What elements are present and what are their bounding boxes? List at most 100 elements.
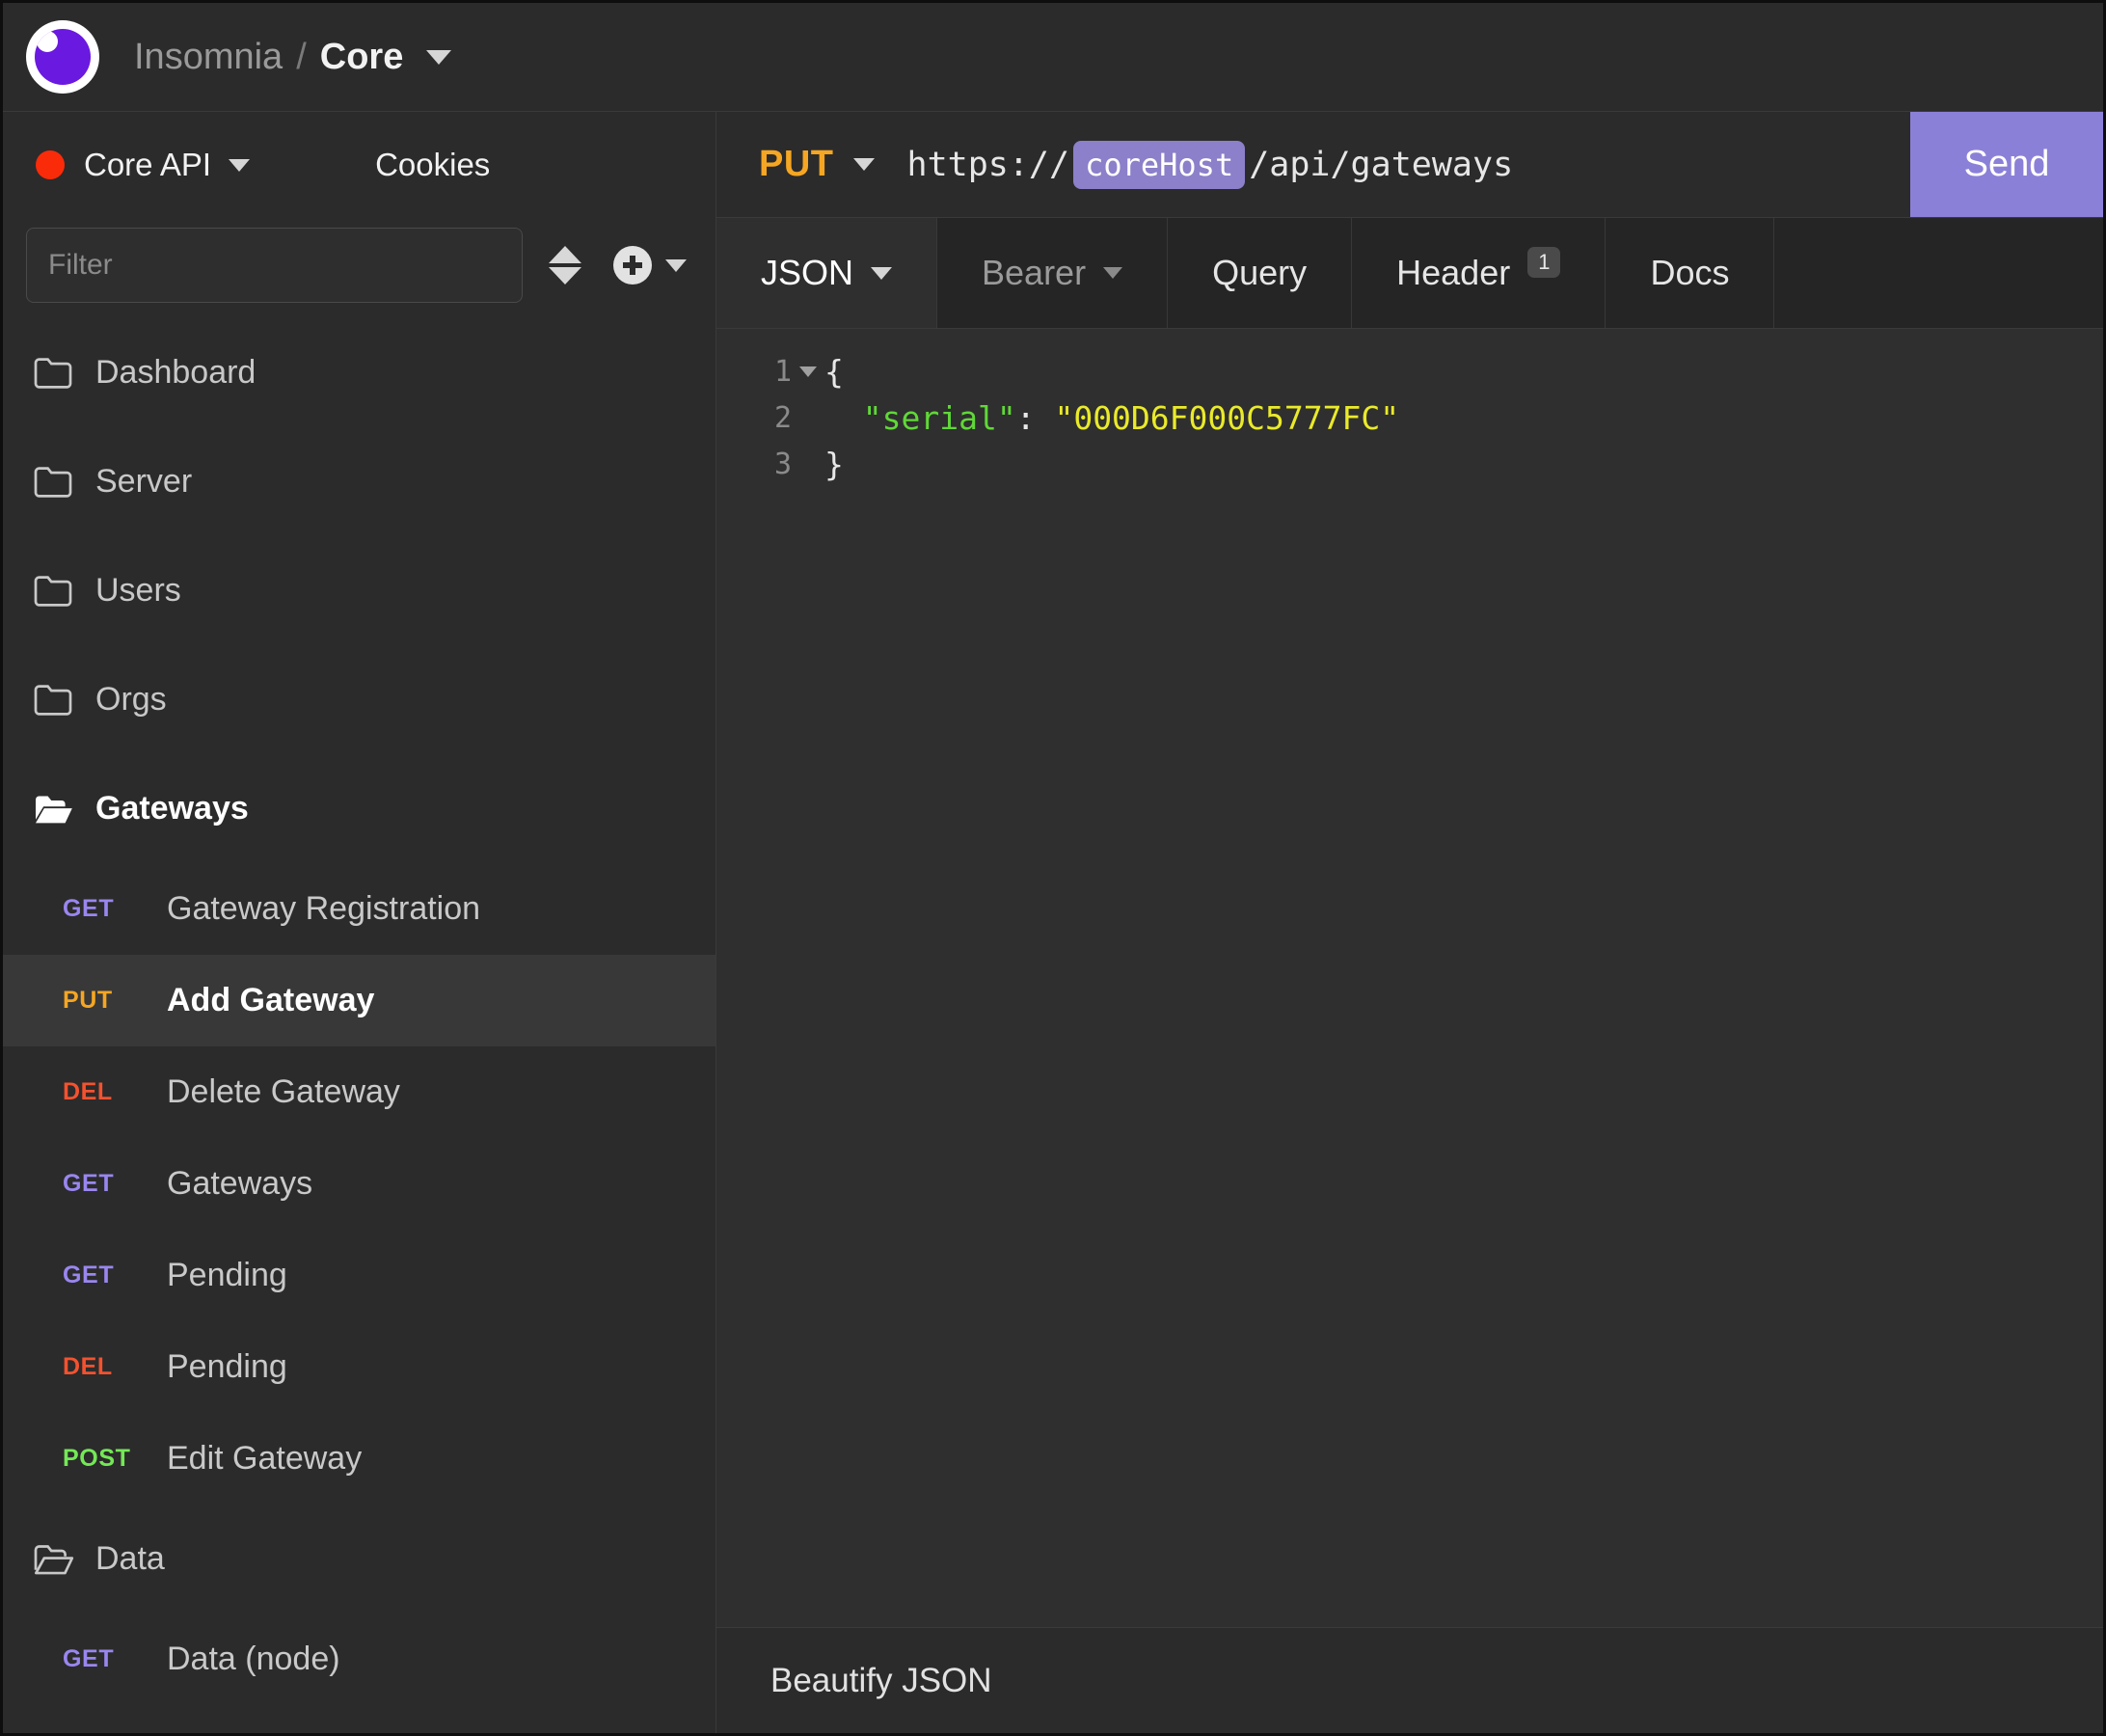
- tab-label: Query: [1212, 253, 1307, 293]
- editor-footer: Beautify JSON: [716, 1627, 2103, 1733]
- folder-closed-icon: [32, 683, 74, 718]
- sidebar-folder-label: Orgs: [95, 681, 167, 719]
- request-name: Gateway Registration: [167, 890, 480, 928]
- request-method-badge: DEL: [63, 1078, 167, 1106]
- tab-label: JSON: [761, 253, 853, 293]
- request-method-badge: GET: [63, 1261, 167, 1289]
- request-method-badge: GET: [63, 895, 167, 923]
- sidebar-folder-data[interactable]: Data: [3, 1505, 716, 1614]
- breadcrumb-app-name: Insomnia: [134, 37, 283, 78]
- code-line[interactable]: 1 {: [716, 348, 2103, 394]
- url-template-variable[interactable]: coreHost: [1073, 141, 1245, 189]
- environment-selector-label[interactable]: Core API: [84, 147, 211, 183]
- tab-label: Header: [1396, 253, 1510, 293]
- insomnia-logo-icon: [26, 20, 99, 94]
- sidebar-folder-label: Users: [95, 572, 181, 610]
- breadcrumb-workspace[interactable]: Core: [320, 37, 404, 78]
- sidebar-folder-server[interactable]: Server: [3, 427, 716, 536]
- environment-status-dot-icon: [36, 150, 65, 179]
- plus-circle-icon[interactable]: [613, 246, 652, 285]
- folder-closed-icon: [32, 574, 74, 609]
- folder-open-outline-icon: [32, 1542, 74, 1577]
- tab-label: Bearer: [982, 253, 1086, 293]
- sidebar-folder-label: Dashboard: [95, 354, 256, 392]
- request-method-badge: GET: [63, 1170, 167, 1198]
- header-count-badge: 1: [1527, 247, 1560, 278]
- folder-open-filled-icon: [32, 792, 74, 827]
- sidebar-request-add-gateway[interactable]: PUT Add Gateway: [3, 955, 716, 1046]
- request-name: Data (node): [167, 1641, 340, 1678]
- title-bar: Insomnia / Core: [3, 3, 2103, 112]
- request-tree: Dashboard Server Users: [3, 312, 716, 1733]
- sidebar-folder-gateways[interactable]: Gateways: [3, 754, 716, 863]
- tab-docs[interactable]: Docs: [1606, 218, 1774, 328]
- url-input[interactable]: https:// coreHost /api/gateways: [907, 112, 1911, 217]
- request-method-badge: POST: [63, 1445, 167, 1473]
- tab-header[interactable]: Header 1: [1352, 218, 1606, 328]
- sidebar-folder-dashboard[interactable]: Dashboard: [3, 318, 716, 427]
- sidebar-folder-label: Server: [95, 463, 192, 501]
- sidebar-folder-label: Gateways: [95, 790, 249, 827]
- request-method-badge: PUT: [63, 987, 167, 1015]
- code-json-key: "serial": [863, 399, 1016, 437]
- sort-updown-icon[interactable]: [544, 236, 586, 294]
- beautify-json-button[interactable]: Beautify JSON: [770, 1662, 992, 1700]
- request-method-badge: GET: [63, 1645, 167, 1673]
- code-json-colon: :: [1016, 399, 1055, 437]
- request-name: Pending: [167, 1257, 287, 1294]
- sidebar-request-gateway-registration[interactable]: GET Gateway Registration: [3, 863, 716, 955]
- send-button[interactable]: Send: [1910, 112, 2103, 217]
- request-pane: PUT https:// coreHost /api/gateways Send…: [716, 112, 2103, 1733]
- request-name: Pending: [167, 1348, 287, 1386]
- search-input[interactable]: [26, 228, 523, 303]
- sidebar-request-edit-gateway[interactable]: POST Edit Gateway: [3, 1413, 716, 1505]
- chevron-down-icon[interactable]: [665, 259, 687, 272]
- request-method-badge: DEL: [63, 1353, 167, 1381]
- request-name: Gateways: [167, 1165, 312, 1203]
- sidebar-request-pending-del[interactable]: DEL Pending: [3, 1321, 716, 1413]
- code-line[interactable]: 2 "serial" : "000D6F000C5777FC": [716, 394, 2103, 441]
- body-editor[interactable]: 1 { 2 "serial" : "000D6F000C5777FC" 3 }: [716, 329, 2103, 1627]
- sidebar-header: Core API Cookies: [3, 112, 716, 218]
- url-scheme: https://: [907, 146, 1070, 184]
- chevron-down-icon[interactable]: [1103, 267, 1122, 279]
- window-body: Core API Cookies Das: [3, 112, 2103, 1733]
- url-bar: PUT https:// coreHost /api/gateways Send: [716, 112, 2103, 218]
- request-name: Add Gateway: [167, 982, 374, 1019]
- line-number: 2: [716, 401, 792, 435]
- line-number: 1: [716, 355, 792, 389]
- code-content: {: [824, 353, 844, 391]
- chevron-down-icon[interactable]: [853, 158, 875, 171]
- code-json-value: "000D6F000C5777FC": [1054, 399, 1399, 437]
- sidebar-folder-users[interactable]: Users: [3, 536, 716, 645]
- sidebar-request-pending-get[interactable]: GET Pending: [3, 1230, 716, 1321]
- tab-auth-bearer[interactable]: Bearer: [937, 218, 1168, 328]
- insomnia-window: Insomnia / Core Core API Cookies: [0, 0, 2106, 1736]
- code-content: }: [824, 446, 844, 483]
- code-line[interactable]: 3 }: [716, 441, 2103, 487]
- code-indent: [824, 399, 863, 437]
- request-tabs: JSON Bearer Query Header 1 Docs: [716, 218, 2103, 329]
- sidebar-folder-orgs[interactable]: Orgs: [3, 645, 716, 754]
- method-dropdown[interactable]: PUT: [716, 112, 907, 217]
- sidebar-request-delete-gateway[interactable]: DEL Delete Gateway: [3, 1046, 716, 1138]
- chevron-down-icon[interactable]: [871, 267, 892, 280]
- tab-query[interactable]: Query: [1168, 218, 1352, 328]
- folder-closed-icon: [32, 356, 74, 391]
- tab-label: Docs: [1650, 253, 1729, 293]
- filter-row: [3, 218, 716, 312]
- sidebar-request-data-node[interactable]: GET Data (node): [3, 1614, 716, 1705]
- sidebar-request-gateways[interactable]: GET Gateways: [3, 1138, 716, 1230]
- folder-closed-icon: [32, 465, 74, 500]
- sidebar-folder-label: Data: [95, 1540, 165, 1578]
- breadcrumb[interactable]: Insomnia / Core: [134, 37, 451, 78]
- tab-body-json[interactable]: JSON: [716, 218, 937, 328]
- breadcrumb-separator: /: [296, 37, 307, 78]
- chevron-down-icon[interactable]: [426, 50, 451, 65]
- code-fold-toggle[interactable]: [792, 366, 824, 377]
- chevron-down-icon[interactable]: [229, 159, 250, 172]
- request-name: Edit Gateway: [167, 1440, 362, 1478]
- add-request-group[interactable]: [613, 246, 687, 285]
- cookies-button[interactable]: Cookies: [375, 147, 490, 183]
- sidebar: Core API Cookies Das: [3, 112, 716, 1733]
